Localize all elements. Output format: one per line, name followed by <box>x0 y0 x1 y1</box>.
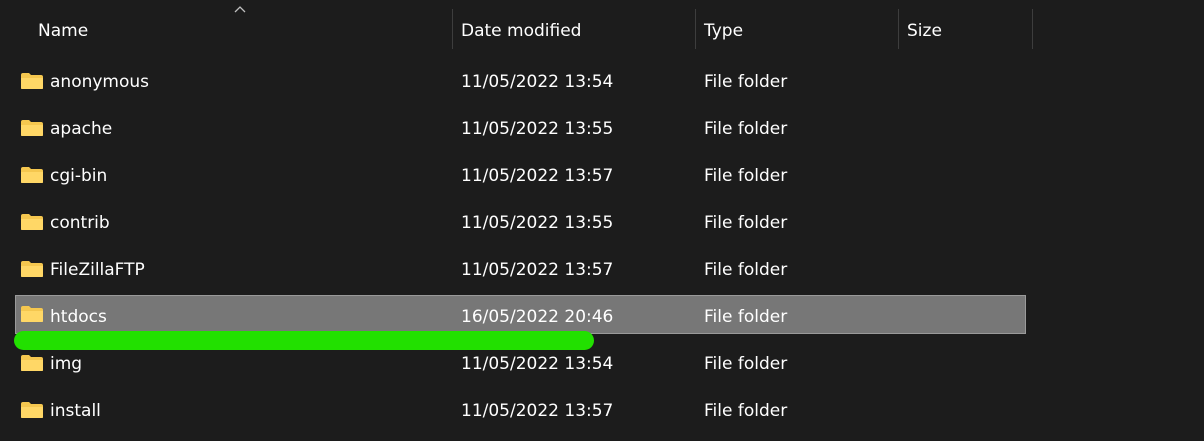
file-date-modified: 11/05/2022 13:57 <box>461 400 614 421</box>
annotation-highlight-stroke <box>14 331 594 350</box>
column-header-name-label: Name <box>38 21 89 41</box>
folder-icon <box>21 214 43 230</box>
column-header-type[interactable]: Type <box>704 0 898 62</box>
file-row[interactable]: apache 11/05/2022 13:55 File folder <box>15 109 1026 148</box>
column-header-row: Name Date modified Type Size <box>0 0 1040 62</box>
folder-icon <box>21 73 43 89</box>
file-type: File folder <box>704 259 788 280</box>
folder-icon <box>21 402 43 418</box>
column-header-size-label: Size <box>907 21 942 41</box>
column-divider[interactable] <box>452 9 453 49</box>
column-header-date-modified[interactable]: Date modified <box>461 0 695 62</box>
folder-icon <box>21 120 43 136</box>
file-name: apache <box>50 118 113 139</box>
folder-icon <box>21 167 43 183</box>
file-name: FileZillaFTP <box>50 259 145 280</box>
file-type: File folder <box>704 165 788 186</box>
file-explorer: Name Date modified Type Size anonymous 1… <box>0 0 1204 441</box>
folder-icon <box>21 355 43 371</box>
column-header-date-label: Date modified <box>461 21 582 41</box>
file-type: File folder <box>704 71 788 92</box>
column-header-size[interactable]: Size <box>907 0 1033 62</box>
file-name: cgi-bin <box>50 165 108 186</box>
column-divider[interactable] <box>695 9 696 49</box>
column-divider[interactable] <box>898 9 899 49</box>
column-divider[interactable] <box>1032 9 1033 49</box>
file-date-modified: 11/05/2022 13:55 <box>461 212 614 233</box>
folder-icon <box>21 261 43 277</box>
file-type: File folder <box>704 400 788 421</box>
file-name: install <box>50 400 101 421</box>
file-type: File folder <box>704 212 788 233</box>
column-header-type-label: Type <box>704 21 744 41</box>
file-name: anonymous <box>50 71 150 92</box>
file-row-selected[interactable]: htdocs 16/05/2022 20:46 File folder <box>15 295 1026 334</box>
file-type: File folder <box>704 353 788 374</box>
column-header-name[interactable]: Name <box>38 0 452 62</box>
file-date-modified: 11/05/2022 13:57 <box>461 165 614 186</box>
file-row[interactable]: FileZillaFTP 11/05/2022 13:57 File folde… <box>15 250 1026 289</box>
file-row[interactable]: anonymous 11/05/2022 13:54 File folder <box>15 62 1026 101</box>
file-row[interactable]: cgi-bin 11/05/2022 13:57 File folder <box>15 156 1026 195</box>
file-type: File folder <box>704 118 788 139</box>
folder-icon <box>21 306 43 322</box>
file-date-modified: 11/05/2022 13:54 <box>461 71 614 92</box>
file-row[interactable]: install 11/05/2022 13:57 File folder <box>15 391 1026 430</box>
file-name: contrib <box>50 212 110 233</box>
file-row[interactable]: contrib 11/05/2022 13:55 File folder <box>15 203 1026 242</box>
file-type: File folder <box>704 306 788 327</box>
file-date-modified: 11/05/2022 13:57 <box>461 259 614 280</box>
file-date-modified: 11/05/2022 13:55 <box>461 118 614 139</box>
